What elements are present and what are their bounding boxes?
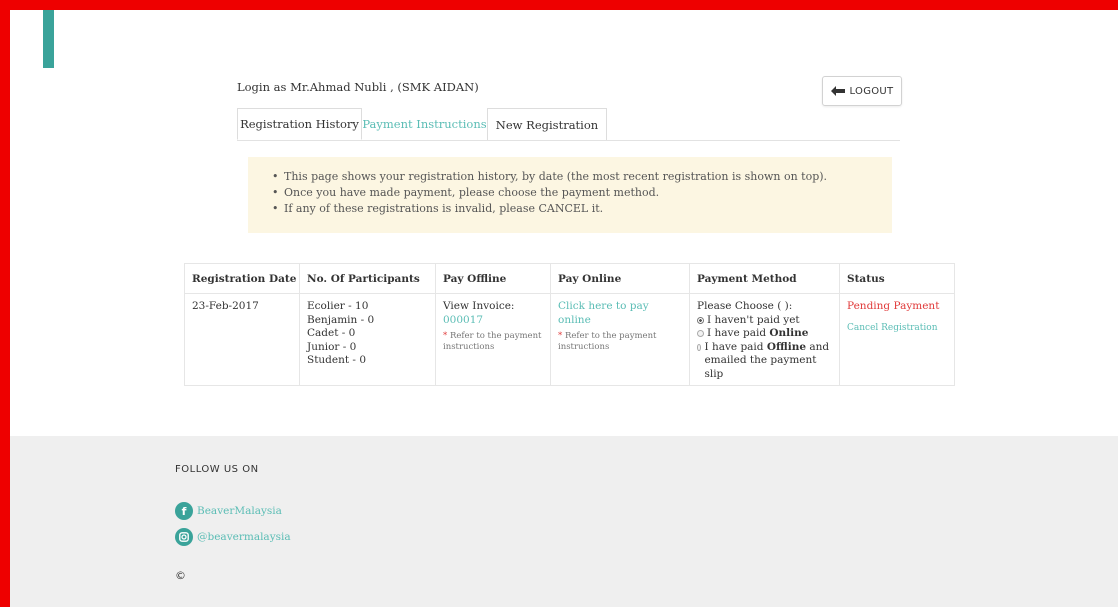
- cell-payment-method: Please Choose ( ): I haven't paid yet I …: [689, 293, 840, 386]
- frame-top-border: [0, 0, 1118, 10]
- cell-pay-offline: View Invoice: 000017 * Refer to the paym…: [435, 293, 551, 386]
- participant-count: Cadet - 0: [307, 327, 356, 339]
- online-note-text: Refer to the payment instructions: [558, 331, 657, 352]
- participant-count: Ecolier - 10: [307, 300, 369, 312]
- header-registration-date: Registration Date: [184, 263, 300, 294]
- cell-participants: Ecolier - 10 Benjamin - 0 Cadet - 0 Juni…: [299, 293, 436, 386]
- radio-button[interactable]: [697, 330, 704, 338]
- radio-paid-online[interactable]: I have paid Online: [697, 327, 833, 341]
- instagram-link[interactable]: @beavermalaysia: [175, 528, 291, 546]
- participant-count: Benjamin - 0: [307, 313, 375, 326]
- notice-item: Once you have made payment, please choos…: [272, 185, 892, 201]
- header-pay-online: Pay Online: [550, 263, 690, 294]
- participant-count: Student - 0: [307, 354, 366, 366]
- offline-note-text: Refer to the payment instructions: [443, 331, 542, 352]
- table-header-row: Registration Date No. Of Participants Pa…: [184, 263, 955, 294]
- accent-bar: [43, 10, 54, 68]
- table-row: 23-Feb-2017 Ecolier - 10 Benjamin - 0 Ca…: [184, 293, 955, 386]
- logout-button[interactable]: LOGOUT: [822, 76, 902, 106]
- login-status: Login as Mr.Ahmad Nubli , (SMK AIDAN): [237, 80, 479, 94]
- radio-button[interactable]: [697, 343, 702, 351]
- tab-new-registration[interactable]: New Registration: [487, 108, 607, 140]
- header-pay-offline: Pay Offline: [435, 263, 551, 294]
- header-payment-method: Payment Method: [689, 263, 840, 294]
- header-status: Status: [839, 263, 955, 294]
- view-invoice-label: View Invoice:: [443, 300, 515, 312]
- notice-item: If any of these registrations is invalid…: [272, 201, 892, 217]
- offline-note: * Refer to the payment instructions: [443, 331, 542, 352]
- follow-us-label: FOLLOW US ON: [175, 464, 259, 475]
- participant-count: Junior - 0: [307, 340, 357, 353]
- facebook-link[interactable]: f BeaverMalaysia: [175, 502, 282, 520]
- online-note: * Refer to the payment instructions: [558, 331, 657, 352]
- facebook-icon: f: [175, 502, 193, 520]
- tab-bar: Registration History Payment Instruction…: [237, 108, 900, 141]
- info-notice: This page shows your registration histor…: [248, 157, 892, 233]
- cancel-registration-link[interactable]: Cancel Registration: [847, 322, 948, 336]
- instagram-icon: [175, 528, 193, 546]
- cell-status: Pending Payment Cancel Registration: [839, 293, 955, 386]
- status-badge: Pending Payment: [847, 300, 940, 312]
- radio-paid-offline[interactable]: I have paid Offline and emailed the paym…: [697, 341, 833, 382]
- arrow-left-icon: [830, 86, 845, 96]
- invoice-link[interactable]: 000017: [443, 314, 483, 326]
- radio-label: I have paid Offline and emailed the paym…: [704, 340, 830, 380]
- copyright: ©: [175, 569, 186, 582]
- footer: FOLLOW US ON f BeaverMalaysia @beavermal…: [10, 436, 1118, 607]
- frame-left-border: [0, 0, 10, 607]
- logout-label: LOGOUT: [849, 85, 894, 97]
- radio-label: I haven't paid yet: [707, 313, 800, 326]
- facebook-handle[interactable]: BeaverMalaysia: [197, 505, 282, 517]
- notice-item: This page shows your registration histor…: [272, 169, 892, 185]
- radio-label: I have paid Online: [707, 327, 809, 339]
- cell-date: 23-Feb-2017: [184, 293, 300, 386]
- radio-not-paid[interactable]: I haven't paid yet: [697, 314, 833, 328]
- instagram-handle[interactable]: @beavermalaysia: [197, 531, 291, 543]
- header-participants: No. Of Participants: [299, 263, 436, 294]
- cell-pay-online: Click here to pay online * Refer to the …: [550, 293, 690, 386]
- tab-registration-history[interactable]: Registration History: [237, 108, 362, 140]
- tab-payment-instructions[interactable]: Payment Instructions: [362, 108, 487, 140]
- radio-button-checked[interactable]: [697, 316, 704, 324]
- pay-online-link[interactable]: Click here to pay online: [558, 300, 649, 326]
- payment-method-prompt: Please Choose ( ):: [697, 300, 793, 312]
- registration-table: Registration Date No. Of Participants Pa…: [184, 263, 955, 386]
